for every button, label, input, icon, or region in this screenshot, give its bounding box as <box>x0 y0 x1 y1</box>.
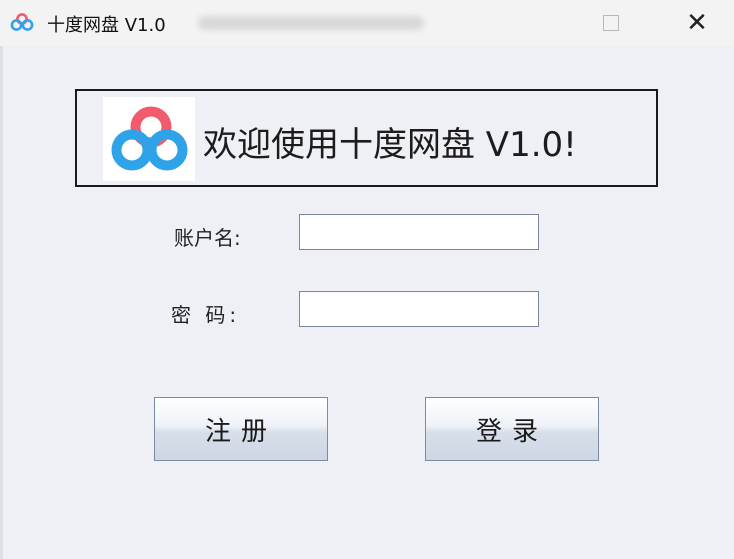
login-button[interactable]: 登录 <box>425 397 599 461</box>
window-title: 十度网盘 V1.0 <box>47 15 166 36</box>
username-label: 账户名: <box>174 226 241 250</box>
register-button[interactable]: 注册 <box>154 397 328 461</box>
window-edge <box>0 46 3 559</box>
welcome-text: 欢迎使用十度网盘 V1.0! <box>203 125 577 165</box>
password-input[interactable] <box>299 291 539 327</box>
cloud-logo-icon <box>111 106 188 171</box>
minimize-button[interactable] <box>515 0 577 46</box>
title-bar[interactable]: 十度网盘 V1.0 ✕ <box>0 0 734 46</box>
redacted-title-text <box>198 16 424 30</box>
close-icon: ✕ <box>686 8 708 38</box>
password-label: 密 码: <box>171 303 241 327</box>
username-input[interactable] <box>299 214 539 250</box>
maximize-icon <box>603 15 619 31</box>
cloud-logo-icon <box>10 13 34 31</box>
maximize-button[interactable] <box>580 0 642 46</box>
close-button[interactable]: ✕ <box>666 0 728 46</box>
welcome-banner: 欢迎使用十度网盘 V1.0! <box>75 89 658 187</box>
banner-logo <box>103 97 195 181</box>
login-window: 十度网盘 V1.0 ✕ 欢迎使用十度网盘 V1.0! 账户名: 密 码: 注册 … <box>0 0 734 559</box>
